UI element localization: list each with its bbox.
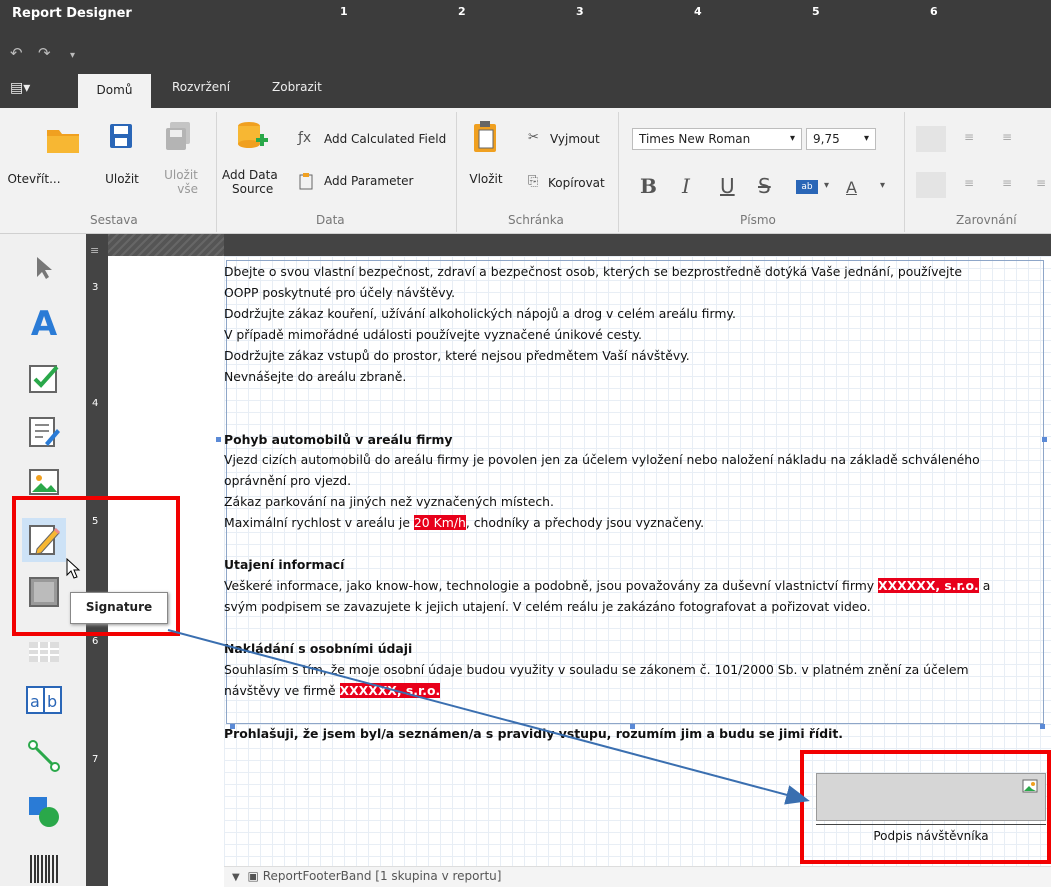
annotation-arrow [167,629,810,805]
tooltip: Signature [70,592,168,624]
